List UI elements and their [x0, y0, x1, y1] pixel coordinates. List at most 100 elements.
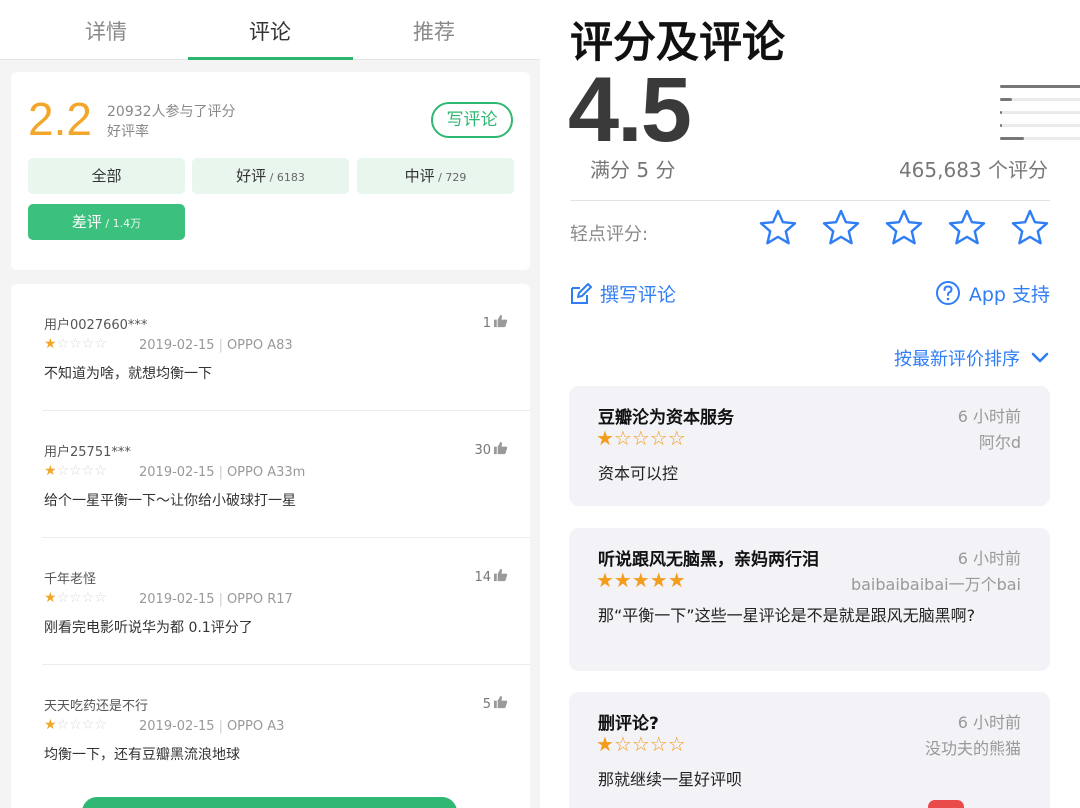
thumb-up-icon: [493, 568, 508, 582]
histogram-track: [1000, 111, 1080, 114]
like-button[interactable]: 14: [474, 568, 508, 585]
filter-bad[interactable]: 差评 / 1.4万: [28, 204, 185, 240]
left-panel: 详情 评论 推荐 2.2 20932人参与了评分 好评率 写评论 全部 好评 /…: [0, 0, 540, 808]
write-review-label: 撰写评论: [600, 284, 677, 306]
like-button[interactable]: 1: [483, 314, 508, 331]
review-user: 用户0027660***: [44, 318, 148, 333]
review-device: OPPO A33m: [226, 465, 306, 480]
rate-star-icon[interactable]: [758, 208, 798, 248]
review-card[interactable]: 听说跟风无脑黑，亲妈两行泪 6 小时前 baibaibaibai一万个bai ★…: [569, 528, 1050, 671]
app-support-label: App 支持: [968, 284, 1050, 306]
review-date: 2019-02-15: [139, 338, 215, 353]
like-count: 30: [474, 443, 491, 458]
like-button[interactable]: 5: [483, 695, 508, 712]
rating-count: 465,683 个评分: [898, 158, 1048, 182]
review-stars: ★☆☆☆☆: [44, 590, 107, 606]
meta-separator: |: [218, 592, 223, 607]
divider: [570, 200, 1050, 201]
write-review-link[interactable]: 撰写评论: [568, 280, 676, 307]
tab-comments[interactable]: 评论: [188, 16, 352, 46]
review-user: 千年老怪: [44, 572, 97, 587]
app-support-link[interactable]: App 支持: [935, 280, 1050, 307]
review-body: 那“平衡一下”这些一星评论是不是就是跟风无脑黑啊?: [598, 606, 976, 625]
good-rate-label: 好评率: [107, 124, 149, 140]
filter-good[interactable]: 好评 / 6183: [192, 158, 349, 194]
star-icon: ☆☆☆☆: [56, 463, 107, 479]
thumb-up-icon: [493, 695, 508, 709]
review-card[interactable]: 豆瓣沦为资本服务 6 小时前 阿尔d ★☆☆☆☆ 资本可以控: [569, 386, 1050, 506]
filter-label: 好评: [236, 167, 267, 185]
review-body: 那就继续一星好评呗: [598, 770, 743, 789]
review-meta: 2019-02-15 | OPPO A3: [139, 719, 284, 734]
average-score: 2.2: [28, 93, 92, 145]
star-icon: ☆☆☆☆: [56, 717, 107, 733]
review-stars: ★★★★★: [596, 568, 686, 592]
like-count: 14: [474, 570, 491, 585]
review-text: 给个一星平衡一下～让你给小破球打一星: [44, 493, 296, 509]
review-meta: 2019-02-15 | OPPO R17: [139, 592, 293, 607]
review-text: 不知道为啥，就想均衡一下: [44, 366, 212, 382]
review-stars: ★☆☆☆☆: [596, 426, 686, 450]
review-stars: ★☆☆☆☆: [44, 717, 107, 733]
out-of-label: 满分 5 分: [590, 158, 676, 182]
rate-star-icon[interactable]: [884, 208, 924, 248]
rating-summary-card: 2.2 20932人参与了评分 好评率 写评论 全部 好评 / 6183 中评 …: [11, 72, 530, 270]
review-device: OPPO R17: [226, 592, 293, 607]
review-text: 均衡一下，还有豆瓣黑流浪地球: [44, 747, 240, 763]
review-title: 听说跟风无脑黑，亲妈两行泪: [598, 550, 819, 570]
filter-count: / 1.4万: [101, 217, 142, 230]
filter-label: 中评: [404, 167, 435, 185]
reviews-list: 用户0027660*** ★☆☆☆☆ 2019-02-15 | OPPO A83 不…: [11, 284, 530, 808]
histogram-track: [1000, 85, 1080, 88]
write-review-button[interactable]: 写评论: [431, 102, 513, 138]
like-count: 1: [482, 316, 491, 331]
sort-label: 按最新评价排序: [894, 349, 1020, 370]
rate-star-icon[interactable]: [821, 208, 861, 248]
thumb-up-icon: [493, 314, 508, 328]
chevron-down-icon: [1031, 352, 1049, 363]
review-date: 2019-02-15: [139, 592, 215, 607]
review-author: 没功夫的熊猫: [924, 739, 1021, 758]
review-author: 阿尔d: [978, 433, 1021, 452]
histogram-track: [1000, 98, 1080, 101]
rate-star-icon[interactable]: [947, 208, 987, 248]
bottom-action-button[interactable]: [82, 797, 457, 808]
list-item: 用户25751*** ★☆☆☆☆ 2019-02-15 | OPPO A33m 给个…: [11, 411, 530, 538]
average-score: 4.5: [568, 59, 692, 161]
meta-separator: |: [218, 719, 223, 734]
histogram-bar: [1000, 124, 1003, 127]
tab-recommend[interactable]: 推荐: [352, 16, 516, 46]
star-icon: ★: [44, 590, 57, 606]
star-icon: ★: [596, 732, 614, 756]
active-tab-indicator: [188, 57, 353, 60]
compose-icon: [571, 283, 592, 304]
rate-star-icon[interactable]: [1010, 208, 1050, 248]
histogram-bar: [1000, 85, 1080, 88]
filter-medium[interactable]: 中评 / 729: [357, 158, 514, 194]
filter-all[interactable]: 全部: [28, 158, 185, 194]
review-stars: ★☆☆☆☆: [44, 336, 107, 352]
sort-dropdown[interactable]: 按最新评价排序: [894, 345, 1050, 371]
meta-separator: |: [218, 338, 223, 353]
review-time: 6 小时前: [957, 713, 1021, 732]
right-panel: 评分及评论 4.5 满分 5 分 465,683 个评分 ★★★★★ ★★★★ …: [540, 0, 1080, 808]
review-meta: 2019-02-15 | OPPO A33m: [139, 465, 305, 480]
review-card[interactable]: 删评论? 6 小时前 没功夫的熊猫 ★☆☆☆☆ 那就继续一星好评呗: [569, 692, 1050, 808]
review-title: 豆瓣沦为资本服务: [598, 408, 734, 428]
histogram-track: [1000, 137, 1080, 140]
review-time: 6 小时前: [957, 549, 1021, 568]
tab-details[interactable]: 详情: [24, 16, 188, 46]
review-text: 刚看完电影听说华为都 0.1评分了: [44, 620, 253, 636]
tap-to-rate-label: 轻点评分:: [570, 224, 649, 245]
filter-label: 全部: [91, 167, 122, 185]
review-date: 2019-02-15: [139, 719, 215, 734]
review-title: 删评论?: [598, 714, 659, 734]
review-author: baibaibaibai一万个bai: [850, 575, 1021, 594]
review-stars: ★☆☆☆☆: [44, 463, 107, 479]
review-meta: 2019-02-15 | OPPO A83: [139, 338, 293, 353]
star-icon: ★: [44, 717, 57, 733]
review-body: 资本可以控: [598, 464, 679, 483]
review-user: 天天吃药还是不行: [44, 699, 149, 714]
like-button[interactable]: 30: [474, 441, 508, 458]
meta-separator: |: [218, 465, 223, 480]
